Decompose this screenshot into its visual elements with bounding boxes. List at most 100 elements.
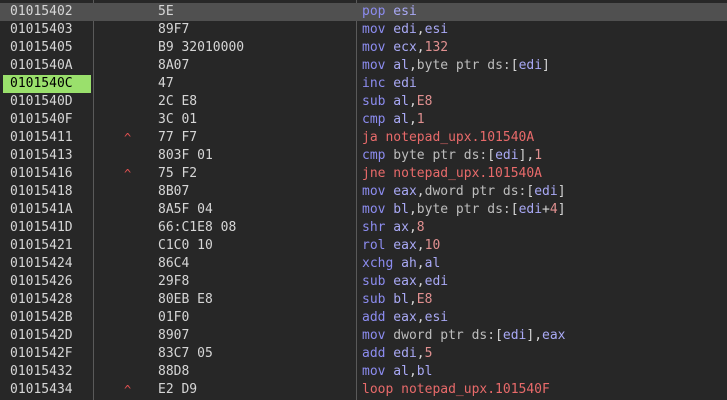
disasm-row[interactable]: 01015413 803F 01 cmp byte ptr ds:[edi],1: [0, 147, 727, 165]
disasm-row[interactable]: 01015421 C1C0 10 rol eax,10: [0, 237, 727, 255]
bytes-cell[interactable]: 86C4: [158, 255, 358, 273]
address-cell[interactable]: 01015421: [0, 237, 93, 255]
address-cell[interactable]: 01015403: [0, 21, 93, 39]
instruction-cell[interactable]: pop esi: [362, 3, 727, 21]
bytes-cell[interactable]: 803F 01: [158, 147, 358, 165]
instruction-cell[interactable]: jne notepad_upx.101540A: [362, 165, 727, 183]
bytes-cell[interactable]: 8A07: [158, 57, 358, 75]
instruction-cell[interactable]: add edi,5: [362, 345, 727, 363]
disasm-row[interactable]: 01015426 29F8 sub eax,edi: [0, 273, 727, 291]
address-cell[interactable]: 01015418: [0, 183, 93, 201]
instruction-token: ,: [408, 94, 417, 109]
instruction-cell[interactable]: inc edi: [362, 75, 727, 93]
bytes-cell[interactable]: 8B07: [158, 183, 358, 201]
bytes-cell[interactable]: 8A5F 04: [158, 201, 358, 219]
instruction-cell[interactable]: cmp byte ptr ds:[edi],1: [362, 147, 727, 165]
instruction-token: bl: [416, 364, 433, 379]
disasm-row[interactable]: 0101542B 01F0 add eax,esi: [0, 309, 727, 327]
disasm-row-current[interactable]: 01015402 5E pop esi: [0, 3, 727, 21]
disasm-row[interactable]: 0101541A 8A5F 04 mov bl,byte ptr ds:[edi+4…: [0, 201, 727, 219]
address-cell[interactable]: 01015434: [0, 381, 93, 399]
instruction-token: ],: [526, 328, 543, 343]
instruction-cell[interactable]: rol eax,10: [362, 237, 727, 255]
disasm-row[interactable]: 01015416 ^ 75 F2 jne notepad_upx.101540A: [0, 165, 727, 183]
arrow-cell: [124, 219, 138, 237]
address-cell[interactable]: 01015411: [0, 129, 93, 147]
bytes-cell[interactable]: 01F0: [158, 309, 358, 327]
disasm-row[interactable]: 0101540A 8A07 mov al,byte ptr ds:[edi]: [0, 57, 727, 75]
address-cell[interactable]: 01015405: [0, 39, 93, 57]
address-cell[interactable]: 0101542D: [0, 327, 93, 345]
address-cell[interactable]: 0101540F: [0, 111, 93, 129]
instruction-cell[interactable]: shr ax,8: [362, 219, 727, 237]
instruction-cell[interactable]: ja notepad_upx.101540A: [362, 129, 727, 147]
instruction-cell[interactable]: sub eax,edi: [362, 273, 727, 291]
disasm-row[interactable]: 0101540C 47 inc edi: [0, 75, 727, 93]
instruction-token: edi: [534, 184, 558, 199]
disasm-row[interactable]: 0101540D 2C E8 sub al,E8: [0, 93, 727, 111]
disasm-row[interactable]: 01015428 80EB E8 sub bl,E8: [0, 291, 727, 309]
instruction-cell[interactable]: mov edi,esi: [362, 21, 727, 39]
address-cell[interactable]: 01015432: [0, 363, 93, 381]
address-cell[interactable]: 0101540A: [0, 57, 93, 75]
instruction-cell[interactable]: mov bl,byte ptr ds:[edi+4]: [362, 201, 727, 219]
instruction-token: rol: [362, 238, 386, 253]
instruction-cell[interactable]: cmp al,1: [362, 111, 727, 129]
bytes-cell[interactable]: 75 F2: [158, 165, 358, 183]
disasm-row[interactable]: 01015432 88D8 mov al,bl: [0, 363, 727, 381]
address-cell[interactable]: 01015426: [0, 273, 93, 291]
instruction-cell[interactable]: mov eax,dword ptr ds:[edi]: [362, 183, 727, 201]
instruction-token: jne notepad_upx.101540A: [362, 166, 543, 181]
address-cell[interactable]: 0101540D: [0, 93, 93, 111]
instruction-token: ax: [385, 220, 409, 235]
bytes-cell[interactable]: 89F7: [158, 21, 358, 39]
address-cell[interactable]: 01015413: [0, 147, 93, 165]
disasm-row[interactable]: 01015411 ^ 77 F7 ja notepad_upx.101540A: [0, 129, 727, 147]
address-cell[interactable]: 01015424: [0, 255, 93, 273]
instruction-cell[interactable]: mov al,byte ptr ds:[edi]: [362, 57, 727, 75]
disasm-row[interactable]: 01015405 B9 32010000 mov ecx,132: [0, 39, 727, 57]
bytes-cell[interactable]: 8907: [158, 327, 358, 345]
disasm-row[interactable]: 01015403 89F7 mov edi,esi: [0, 21, 727, 39]
instruction-token: dword ptr: [385, 328, 472, 343]
address-cell[interactable]: 0101540C: [3, 75, 91, 93]
instruction-cell[interactable]: mov dword ptr ds:[edi],eax: [362, 327, 727, 345]
instruction-cell[interactable]: xchg ah,al: [362, 255, 727, 273]
address-cell[interactable]: 0101542F: [0, 345, 93, 363]
bytes-cell[interactable]: 77 F7: [158, 129, 358, 147]
disasm-row[interactable]: 0101541D 66:C1E8 08 shr ax,8: [0, 219, 727, 237]
instruction-cell[interactable]: mov ecx,132: [362, 39, 727, 57]
instruction-cell[interactable]: sub al,E8: [362, 93, 727, 111]
bytes-cell[interactable]: 3C 01: [158, 111, 358, 129]
disasm-row[interactable]: 01015424 86C4 xchg ah,al: [0, 255, 727, 273]
disassembly-view[interactable]: 01015402 5E pop esi 01015403 89F7 mov edi,esi…: [0, 0, 727, 400]
disasm-row[interactable]: 01015434 ^ E2 D9 loop notepad_upx.101540F: [0, 381, 727, 399]
bytes-cell[interactable]: 29F8: [158, 273, 358, 291]
bytes-cell[interactable]: B9 32010000: [158, 39, 358, 57]
disasm-row[interactable]: 0101540F 3C 01 cmp al,1: [0, 111, 727, 129]
bytes-cell[interactable]: 80EB E8: [158, 291, 358, 309]
bytes-cell[interactable]: 2C E8: [158, 93, 358, 111]
address-cell[interactable]: 01015402: [0, 3, 93, 21]
address-cell[interactable]: 0101541D: [0, 219, 93, 237]
disasm-row[interactable]: 0101542D 8907 mov dword ptr ds:[edi],eax: [0, 327, 727, 345]
address-cell[interactable]: 0101542B: [0, 309, 93, 327]
bytes-cell[interactable]: 88D8: [158, 363, 358, 381]
instruction-cell[interactable]: loop notepad_upx.101540F: [362, 381, 727, 399]
bytes-cell[interactable]: 83C7 05: [158, 345, 358, 363]
disasm-row[interactable]: 0101542F 83C7 05 add edi,5: [0, 345, 727, 363]
bytes-cell[interactable]: 66:C1E8 08: [158, 219, 358, 237]
address-cell[interactable]: 01015428: [0, 291, 93, 309]
bytes-cell[interactable]: 47: [158, 75, 358, 93]
disasm-row[interactable]: 01015418 8B07 mov eax,dword ptr ds:[edi]: [0, 183, 727, 201]
arrow-cell: [124, 3, 138, 21]
instruction-cell[interactable]: sub bl,E8: [362, 291, 727, 309]
bytes-cell[interactable]: 5E: [158, 3, 358, 21]
instruction-token: mov: [362, 328, 386, 343]
bytes-cell[interactable]: E2 D9: [158, 381, 358, 399]
address-cell[interactable]: 0101541A: [0, 201, 93, 219]
instruction-cell[interactable]: add eax,esi: [362, 309, 727, 327]
bytes-cell[interactable]: C1C0 10: [158, 237, 358, 255]
instruction-cell[interactable]: mov al,bl: [362, 363, 727, 381]
address-cell[interactable]: 01015416: [0, 165, 93, 183]
